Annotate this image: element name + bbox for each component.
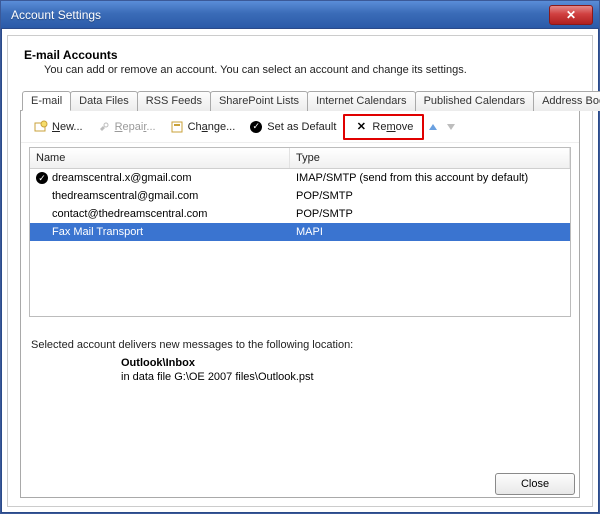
account-name: Fax Mail Transport: [52, 226, 143, 238]
repair-button: Repair...: [90, 116, 163, 138]
accounts-toolbar: New... Repair... Change... ✓: [21, 111, 579, 143]
remove-button[interactable]: ✕ Remove: [349, 117, 418, 137]
accounts-list[interactable]: Name Type ✓ dreamscentral.x@gmail.com IMAP…: [29, 147, 571, 317]
new-button[interactable]: New...: [27, 116, 90, 138]
dialog-body: E-mail Accounts You can add or remove an…: [7, 35, 593, 507]
account-row[interactable]: ✓ dreamscentral.x@gmail.com IMAP/SMTP (sen…: [30, 169, 570, 187]
change-button[interactable]: Change...: [163, 116, 243, 138]
dialog-button-bar: Close: [21, 463, 579, 497]
section-subtitle: You can add or remove an account. You ca…: [20, 64, 580, 90]
section-title: E-mail Accounts: [20, 46, 580, 64]
tab-sharepoint-lists[interactable]: SharePoint Lists: [210, 91, 308, 111]
account-type: MAPI: [290, 226, 570, 238]
tab-strip: E-mail Data Files RSS Feeds SharePoint L…: [20, 91, 580, 111]
close-icon: ✕: [566, 8, 576, 22]
account-settings-window: Account Settings ✕ E-mail Accounts You c…: [0, 0, 600, 514]
window-title: Account Settings: [11, 8, 549, 22]
close-button[interactable]: Close: [495, 473, 575, 495]
tab-published-calendars[interactable]: Published Calendars: [415, 91, 535, 111]
remove-icon: ✕: [354, 120, 368, 134]
delivery-location-folder: Outlook\Inbox: [21, 353, 579, 369]
account-type: POP/SMTP: [290, 190, 570, 202]
arrow-down-icon: [447, 124, 455, 130]
default-check-icon: ✓: [249, 120, 263, 134]
repair-icon: [97, 120, 111, 134]
column-type[interactable]: Type: [290, 148, 570, 168]
change-icon: [170, 120, 184, 134]
tab-data-files[interactable]: Data Files: [70, 91, 138, 111]
default-account-icon: ✓: [36, 172, 48, 184]
account-name: thedreamscentral@gmail.com: [52, 190, 198, 202]
column-headers[interactable]: Name Type: [30, 148, 570, 169]
tab-panel-email: New... Repair... Change... ✓: [20, 110, 580, 498]
titlebar: Account Settings ✕: [1, 1, 599, 29]
account-type: IMAP/SMTP (send from this account by def…: [290, 172, 570, 184]
tab-rss-feeds[interactable]: RSS Feeds: [137, 91, 211, 111]
account-type: POP/SMTP: [290, 208, 570, 220]
account-row[interactable]: contact@thedreamscentral.com POP/SMTP: [30, 205, 570, 223]
delivery-location-path: in data file G:\OE 2007 files\Outlook.ps…: [21, 369, 579, 383]
arrow-up-icon: [429, 124, 437, 130]
new-icon: [34, 120, 48, 134]
account-name: dreamscentral.x@gmail.com: [52, 172, 192, 184]
set-default-button[interactable]: ✓ Set as Default: [242, 116, 343, 138]
remove-highlight: ✕ Remove: [343, 114, 424, 140]
window-close-button[interactable]: ✕: [549, 5, 593, 25]
tab-internet-calendars[interactable]: Internet Calendars: [307, 91, 416, 111]
column-name[interactable]: Name: [30, 148, 290, 168]
account-row[interactable]: thedreamscentral@gmail.com POP/SMTP: [30, 187, 570, 205]
tab-email[interactable]: E-mail: [22, 91, 71, 111]
delivery-location-intro: Selected account delivers new messages t…: [21, 319, 579, 353]
account-row[interactable]: Fax Mail Transport MAPI: [30, 223, 570, 241]
tab-address-books[interactable]: Address Books: [533, 91, 600, 111]
move-down-button: [442, 120, 460, 134]
move-up-button[interactable]: [424, 120, 442, 134]
account-rows: ✓ dreamscentral.x@gmail.com IMAP/SMTP (sen…: [30, 169, 570, 241]
account-name: contact@thedreamscentral.com: [52, 208, 207, 220]
